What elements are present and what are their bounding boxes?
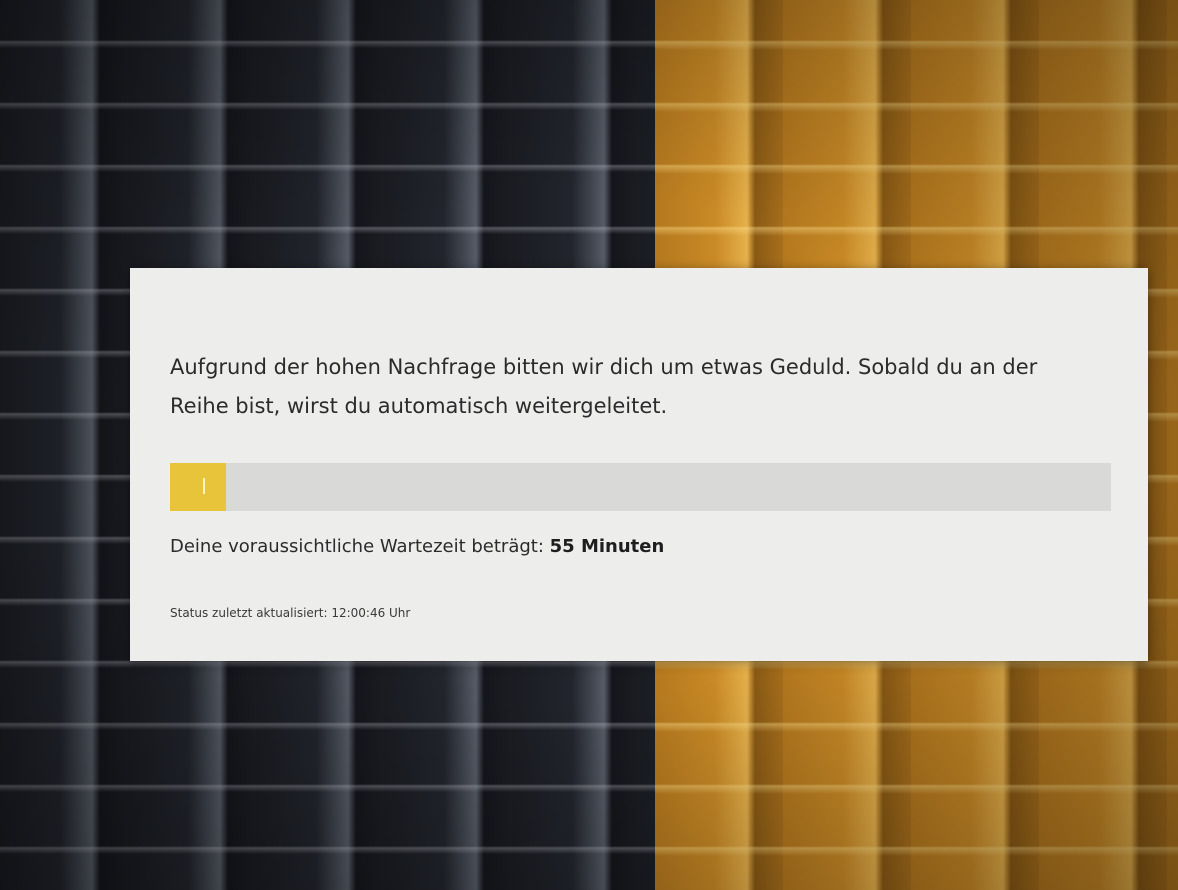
- estimated-wait-time: Deine voraussichtliche Wartezeit beträgt…: [170, 536, 664, 557]
- waiting-message: Aufgrund der hohen Nachfrage bitten wir …: [170, 355, 1038, 418]
- wait-value: 55 Minuten: [549, 536, 665, 557]
- status-updated: Status zuletzt aktualisiert: 12:00:46 Uh…: [170, 606, 410, 620]
- waiting-room-screen: Aufgrund der hohen Nachfrage bitten wir …: [0, 0, 1178, 890]
- wait-label: Deine voraussichtliche Wartezeit beträgt…: [170, 536, 544, 557]
- progress-indicator-icon: [203, 478, 205, 494]
- queue-progress-bar: [170, 463, 1111, 511]
- status-time: 12:00:46 Uhr: [331, 606, 411, 620]
- waiting-room-card: Aufgrund der hohen Nachfrage bitten wir …: [130, 268, 1148, 661]
- queue-progress-fill: [170, 463, 227, 511]
- status-label: Status zuletzt aktualisiert:: [170, 606, 328, 620]
